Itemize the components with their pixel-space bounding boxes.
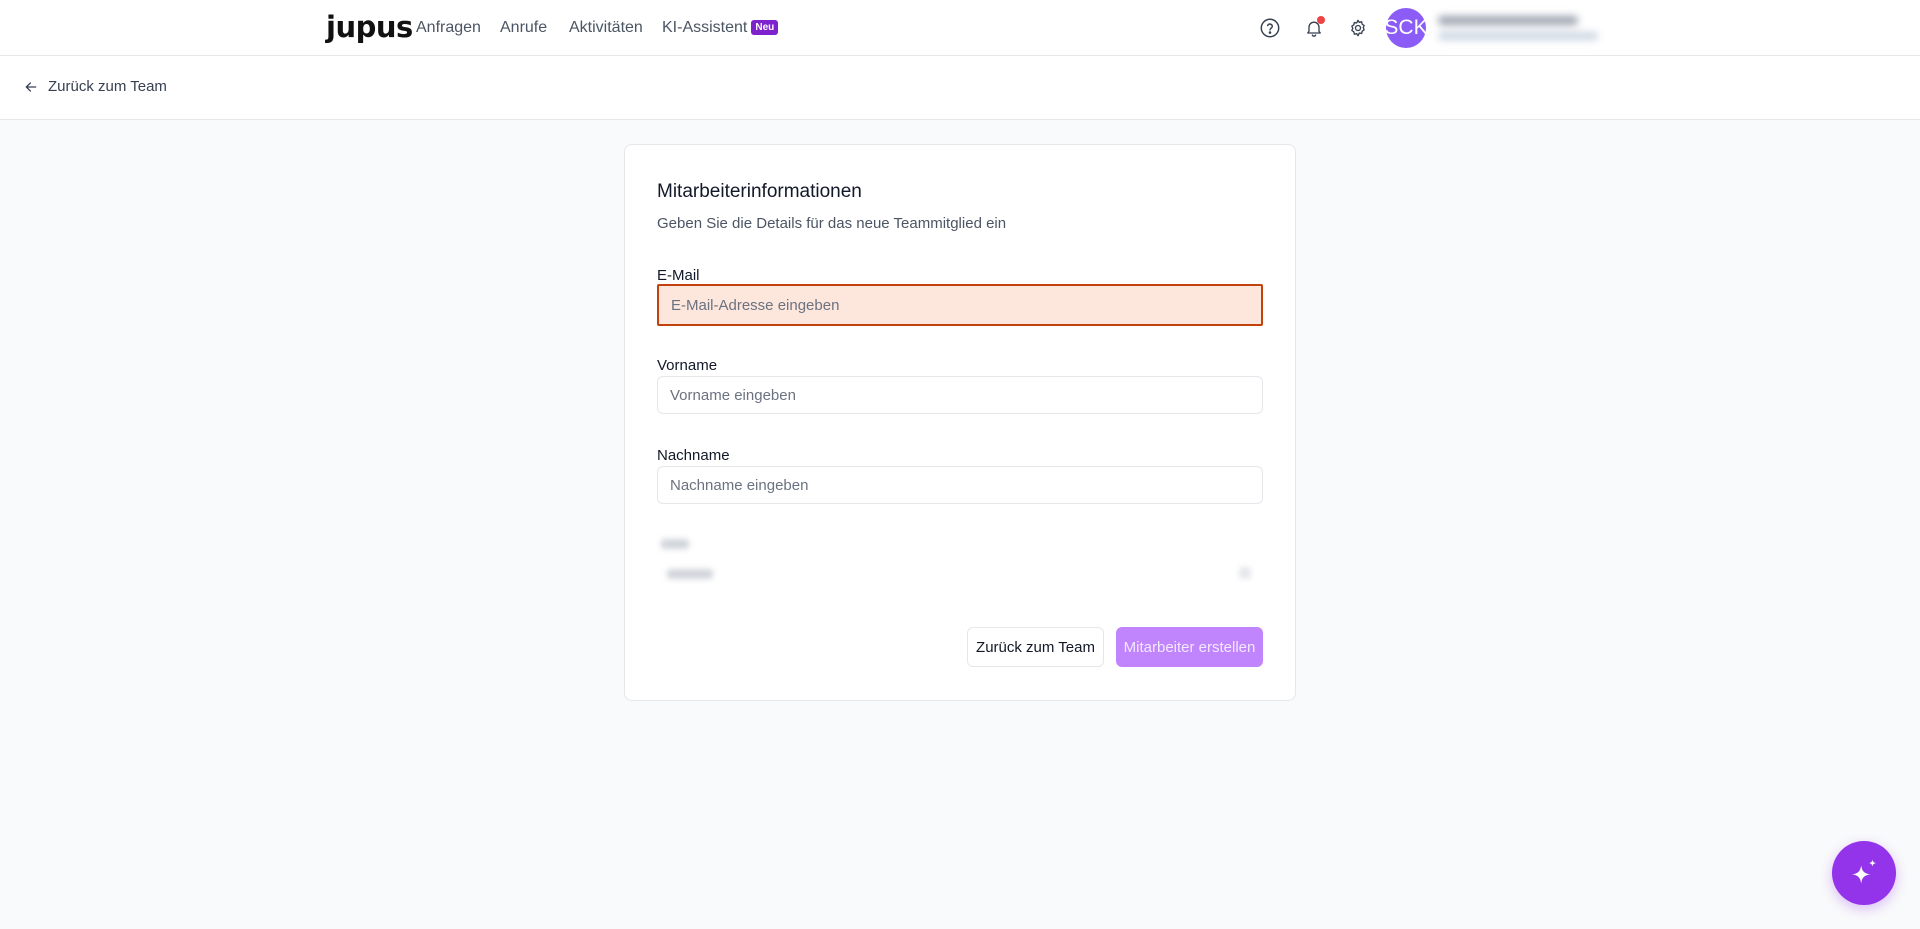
last-name-field[interactable] — [657, 466, 1263, 504]
back-to-team-button[interactable]: Zurück zum Team — [967, 627, 1104, 667]
employee-form-card: Mitarbeiterinformationen Geben Sie die D… — [624, 144, 1296, 701]
first-name-label: Vorname — [657, 357, 718, 374]
help-button[interactable] — [1256, 14, 1284, 42]
form-subtitle: Geben Sie die Details für das neue Teamm… — [657, 215, 1007, 232]
avatar[interactable]: SCK — [1384, 8, 1428, 48]
email-field[interactable] — [657, 284, 1263, 326]
last-name-label: Nachname — [657, 447, 730, 464]
new-badge: Neu — [751, 20, 779, 35]
form-title: Mitarbeiterinformationen — [657, 181, 862, 202]
help-icon — [1260, 18, 1280, 38]
logo[interactable]: jupus — [326, 10, 413, 44]
nav-item-anrufe[interactable]: Anrufe — [500, 18, 547, 38]
user-info-redacted[interactable] — [1434, 12, 1604, 46]
first-name-field[interactable] — [657, 376, 1263, 414]
nav-item-ki-assistent[interactable]: KI-Assistent Neu — [662, 18, 779, 38]
sparkle-icon — [1851, 859, 1877, 884]
notification-dot — [1317, 16, 1325, 24]
nav-item-aktivitaeten[interactable]: Aktivitäten — [569, 18, 643, 38]
back-link-label: Zurück zum Team — [48, 78, 167, 95]
role-select-redacted[interactable] — [657, 535, 1263, 595]
gear-icon — [1351, 19, 1365, 37]
arrow-left-icon — [25, 81, 37, 92]
ai-assistant-button[interactable] — [1832, 841, 1896, 905]
nav-item-label: KI-Assistent — [662, 19, 748, 36]
top-navigation: jupus Anfragen Anrufe Aktivitäten KI-Ass… — [0, 0, 1920, 56]
create-employee-button[interactable]: Mitarbeiter erstellen — [1116, 627, 1263, 667]
settings-button[interactable] — [1344, 14, 1372, 42]
back-bar: Zurück zum Team — [0, 56, 1920, 120]
notifications-button[interactable] — [1300, 14, 1328, 42]
email-label: E-Mail — [657, 267, 700, 284]
nav-item-anfragen[interactable]: Anfragen — [416, 18, 481, 38]
back-to-team-link[interactable]: Zurück zum Team — [24, 78, 167, 95]
